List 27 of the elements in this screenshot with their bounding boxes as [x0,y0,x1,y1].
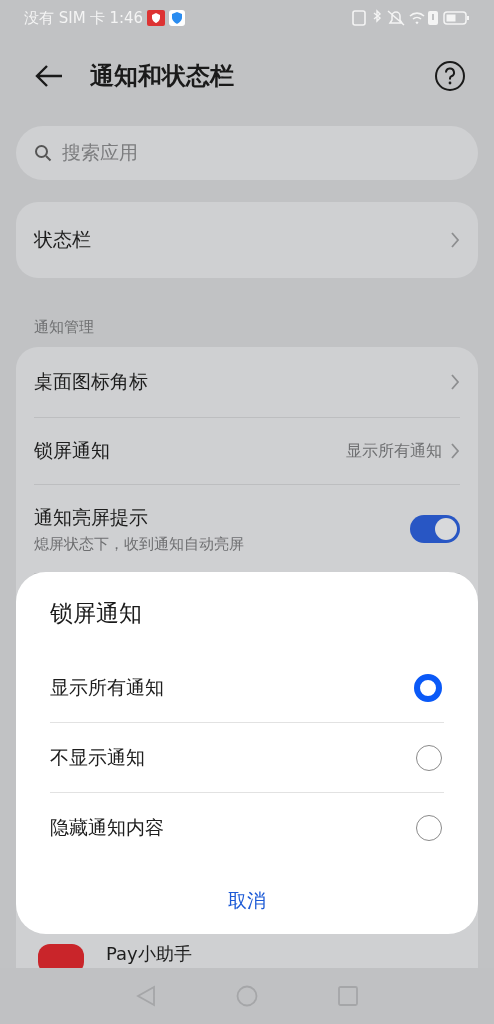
search-placeholder: 搜索应用 [62,140,138,165]
page-title: 通知和状态栏 [90,61,235,92]
option-label[interactable]: 显示所有通知 [50,674,164,701]
option-label[interactable]: 不显示通知 [50,744,145,771]
back-arrow-icon[interactable] [34,64,64,88]
help-icon[interactable] [434,60,466,92]
dialog-title: 锁屏通知 [50,599,143,628]
cancel-button[interactable]: 取消 [216,882,278,920]
section-title: 通知管理 [34,318,95,337]
option-label[interactable]: 隐藏通知内容 [50,814,164,841]
shield-app-icon [147,10,166,26]
app-icon [38,944,84,968]
status-bar-card[interactable]: 状态栏 [16,202,478,278]
setting-subtitle: 熄屏状态下，收到通知自动亮屏 [34,534,244,554]
radio-button[interactable] [414,673,442,702]
chevron-right-icon [450,442,460,460]
shield-icon [169,10,186,26]
chevron-right-icon [450,231,460,249]
app-name: Pay小助手 [106,943,192,965]
setting-label: 状态栏 [34,227,91,252]
setting-label[interactable]: 锁屏通知 [34,438,110,464]
setting-value: 显示所有通知 [346,440,442,462]
search-icon [34,144,52,162]
toggle-switch[interactable] [410,515,460,543]
setting-label[interactable]: 桌面图标角标 [34,369,148,395]
setting-label: 通知亮屏提示 [34,504,149,530]
chevron-right-icon [450,373,460,391]
